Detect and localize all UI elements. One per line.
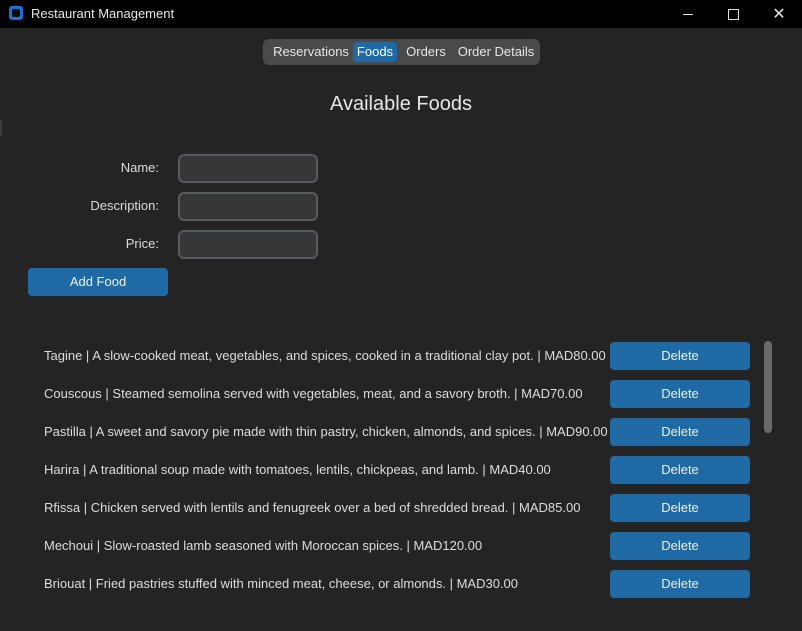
minimize-icon	[683, 13, 693, 15]
food-item-text: Couscous | Steamed semolina served with …	[44, 386, 583, 401]
add-food-button[interactable]: Add Food	[28, 268, 168, 296]
price-label: Price:	[125, 236, 159, 251]
maximize-button[interactable]	[710, 0, 756, 28]
list-item: Pastilla | A sweet and savory pie made w…	[0, 418, 802, 446]
list-item: Tagine | A slow-cooked meat, vegetables,…	[0, 342, 802, 370]
list-item: Harira | A traditional soup made with to…	[0, 456, 802, 484]
price-field[interactable]	[178, 230, 318, 259]
list-item: Couscous | Steamed semolina served with …	[0, 380, 802, 408]
minimize-button[interactable]	[665, 0, 711, 28]
delete-button[interactable]: Delete	[610, 418, 750, 446]
tab-order-details[interactable]: Order Details	[455, 42, 537, 62]
delete-button[interactable]: Delete	[610, 456, 750, 484]
name-field[interactable]	[178, 154, 318, 183]
list-scrollbar[interactable]	[764, 341, 772, 433]
tab-foods[interactable]: Foods	[353, 42, 397, 62]
tab-orders[interactable]: Orders	[401, 42, 451, 62]
food-item-text: Pastilla | A sweet and savory pie made w…	[44, 424, 608, 439]
delete-button[interactable]: Delete	[610, 570, 750, 598]
food-item-text: Harira | A traditional soup made with to…	[44, 462, 551, 477]
food-item-text: Tagine | A slow-cooked meat, vegetables,…	[44, 348, 606, 363]
list-item: Mechoui | Slow-roasted lamb seasoned wit…	[0, 532, 802, 560]
window-edge-divider	[0, 120, 2, 136]
food-item-text: Briouat | Fried pastries stuffed with mi…	[44, 576, 519, 591]
window-title: Restaurant Management	[31, 6, 175, 21]
app-icon	[9, 6, 23, 20]
food-item-text: Mechoui | Slow-roasted lamb seasoned wit…	[44, 538, 483, 553]
food-item-text: Rfissa | Chicken served with lentils and…	[44, 500, 581, 515]
delete-button[interactable]: Delete	[610, 380, 750, 408]
delete-button[interactable]: Delete	[610, 494, 750, 522]
maximize-icon	[727, 8, 739, 20]
description-label: Description:	[90, 198, 159, 213]
tab-reservations[interactable]: Reservations	[268, 42, 354, 62]
delete-button[interactable]: Delete	[610, 532, 750, 560]
tab-bar: Reservations Foods Orders Order Details	[263, 39, 540, 65]
page-title: Available Foods	[330, 93, 472, 115]
close-button[interactable]: ✕	[756, 0, 802, 28]
name-label: Name:	[120, 160, 159, 175]
close-icon: ✕	[772, 6, 786, 23]
list-item: Briouat | Fried pastries stuffed with mi…	[0, 570, 802, 598]
description-field[interactable]	[178, 192, 318, 221]
list-item: Rfissa | Chicken served with lentils and…	[0, 494, 802, 522]
title-bar: Restaurant Management ✕	[0, 0, 802, 28]
delete-button[interactable]: Delete	[610, 342, 750, 370]
